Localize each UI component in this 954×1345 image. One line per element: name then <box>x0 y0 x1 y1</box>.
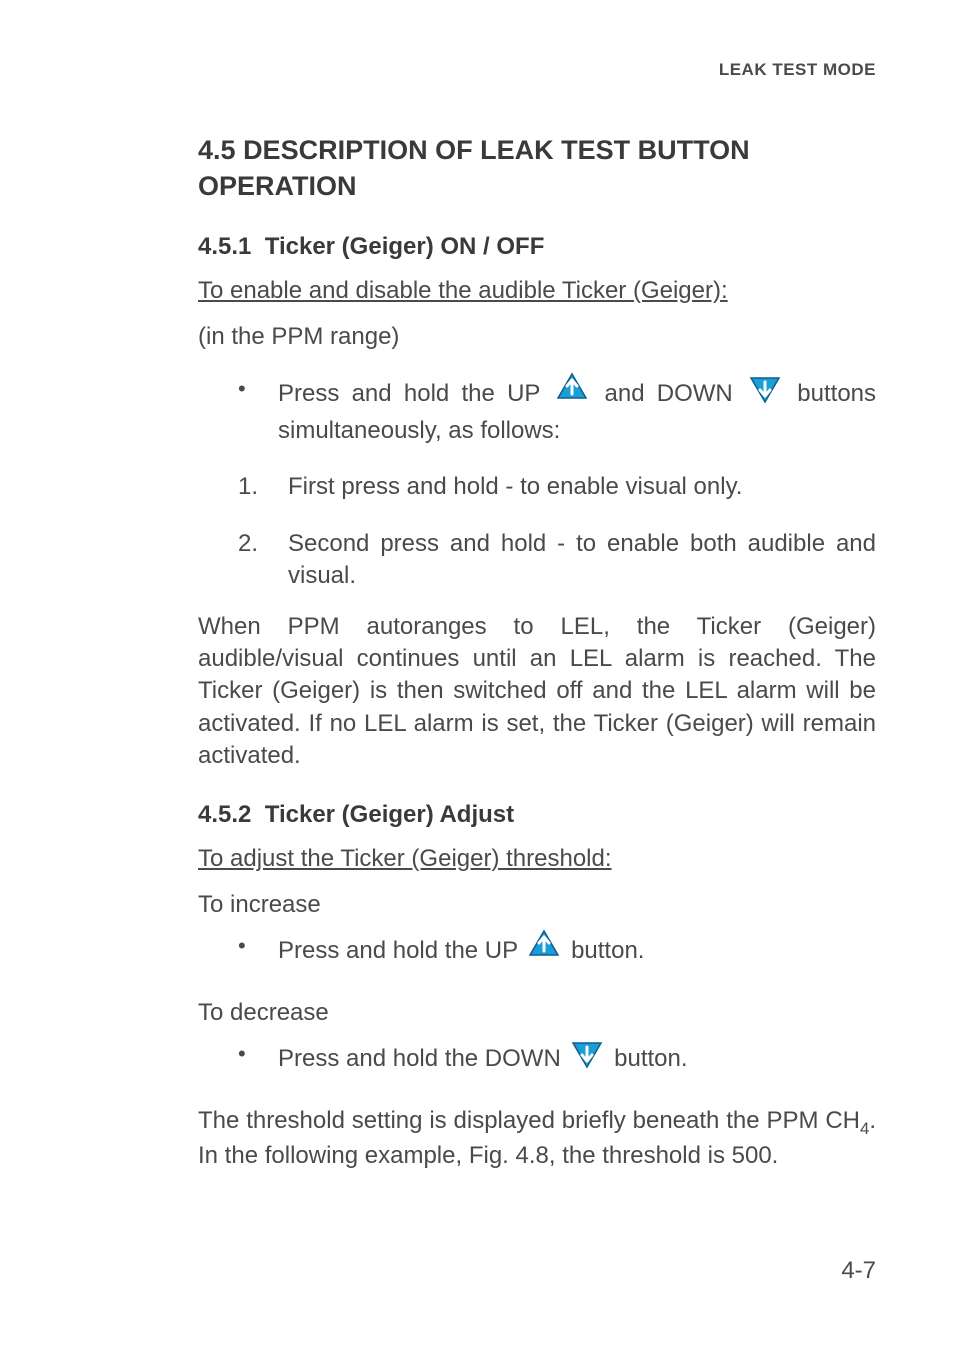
numbered-text: First press and hold - to enable visual … <box>288 471 876 503</box>
text-segment: button. <box>614 1045 687 1072</box>
bullet-marker: • <box>238 374 278 404</box>
text-segment: Press and hold the UP <box>278 380 540 407</box>
subsection-452-lead: To adjust the Ticker (Geiger) threshold: <box>198 843 876 875</box>
bullet-list: • Press and hold the UP button. <box>238 931 876 972</box>
text-segment: and DOWN <box>605 380 733 407</box>
bullet-text: Press and hold the DOWN button. <box>278 1039 876 1080</box>
numbered-text: Second press and hold - to enable both a… <box>288 528 876 593</box>
bullet-list: • Press and hold the DOWN button. <box>238 1039 876 1080</box>
running-header: LEAK TEST MODE <box>198 60 876 80</box>
bullet-text: Press and hold the UP button. <box>278 931 876 972</box>
bullet-text: Press and hold the UP and DOWN buttons s… <box>278 374 876 448</box>
subsection-452-heading: 4.5.2 Ticker (Geiger) Adjust <box>198 801 876 829</box>
subsection-title: Ticker (Geiger) Adjust <box>265 801 514 828</box>
subsection-452-after: The threshold setting is displayed brief… <box>198 1105 876 1173</box>
increase-label: To increase <box>198 889 876 921</box>
subsection-451-after: When PPM autoranges to LEL, the Ticker (… <box>198 611 876 773</box>
decrease-label: To decrease <box>198 997 876 1029</box>
numbered-item: 1. First press and hold - to enable visu… <box>238 471 876 503</box>
number-marker: 2. <box>238 528 288 560</box>
subsection-451-lead: To enable and disable the audible Ticker… <box>198 275 876 307</box>
down-arrow-icon <box>571 1037 603 1078</box>
subsection-451-context: (in the PPM range) <box>198 321 876 353</box>
subscript: 4 <box>860 1118 869 1137</box>
bullet-marker: • <box>238 931 278 961</box>
page: LEAK TEST MODE 4.5 DESCRIPTION OF LEAK T… <box>0 0 954 1252</box>
bullet-item: • Press and hold the UP and DOWN butt <box>238 374 876 448</box>
text-segment: Press and hold the UP <box>278 937 518 964</box>
bullet-item: • Press and hold the DOWN button. <box>238 1039 876 1080</box>
subsection-number: 4.5.2 <box>198 801 251 828</box>
subsection-number: 4.5.1 <box>198 233 251 260</box>
text-segment: The threshold setting is displayed brief… <box>198 1107 860 1134</box>
down-arrow-icon <box>749 372 781 413</box>
subsection-451-heading: 4.5.1 Ticker (Geiger) ON / OFF <box>198 233 876 261</box>
text-segment: Press and hold the DOWN <box>278 1045 561 1072</box>
up-arrow-icon <box>528 929 560 970</box>
section-heading: 4.5 DESCRIPTION OF LEAK TEST BUTTON OPER… <box>198 132 876 205</box>
section-number: 4.5 <box>198 135 236 165</box>
numbered-item: 2. Second press and hold - to enable bot… <box>238 528 876 593</box>
bullet-marker: • <box>238 1039 278 1069</box>
up-arrow-icon <box>556 372 588 413</box>
section-title: DESCRIPTION OF LEAK TEST BUTTON OPERATIO… <box>198 135 750 201</box>
bullet-list: • Press and hold the UP and DOWN butt <box>238 374 876 593</box>
number-marker: 1. <box>238 471 288 503</box>
subsection-title: Ticker (Geiger) ON / OFF <box>265 233 545 260</box>
bullet-item: • Press and hold the UP button. <box>238 931 876 972</box>
text-segment: button. <box>571 937 644 964</box>
page-number: 4-7 <box>841 1257 876 1285</box>
